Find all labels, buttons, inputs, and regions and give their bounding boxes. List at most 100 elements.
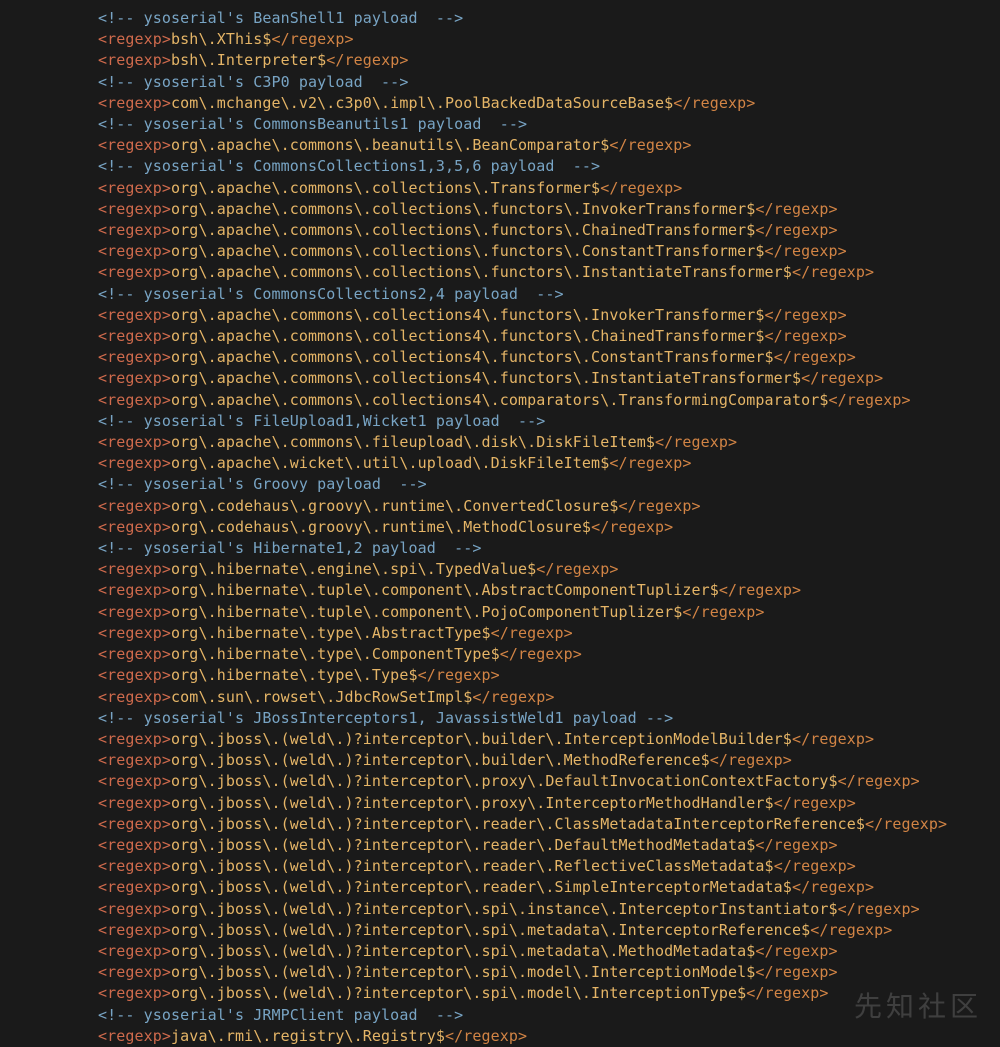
xml-comment: <!-- ysoserial's CommonsBeanutils1 paylo… [98,115,527,133]
code-block: <!-- ysoserial's BeanShell1 payload --> … [0,0,1000,1047]
regexp-open-tag: <regexp> [98,878,171,896]
regexp-pattern: org\.apache\.commons\.collections\.funct… [171,200,755,218]
xml-comment: <!-- ysoserial's C3P0 payload --> [98,73,408,91]
regexp-close-tag: </regexp> [719,581,801,599]
regexp-pattern: org\.jboss\.(weld\.)?interceptor\.spi\.m… [171,921,810,939]
regexp-close-tag: </regexp> [500,645,582,663]
xml-comment: <!-- ysoserial's CommonsCollections1,3,5… [98,157,600,175]
regexp-pattern: org\.apache\.commons\.fileupload\.disk\.… [171,433,655,451]
regexp-pattern: com\.mchange\.v2\.c3p0\.impl\.PoolBacked… [171,94,673,112]
regexp-pattern: org\.hibernate\.type\.ComponentType$ [171,645,500,663]
regexp-open-tag: <regexp> [98,518,171,536]
regexp-open-tag: <regexp> [98,200,171,218]
regexp-pattern: org\.jboss\.(weld\.)?interceptor\.reader… [171,815,865,833]
regexp-open-tag: <regexp> [98,391,171,409]
regexp-close-tag: </regexp> [755,836,837,854]
regexp-pattern: org\.apache\.commons\.collections4\.func… [171,327,765,345]
regexp-open-tag: <regexp> [98,454,171,472]
regexp-close-tag: </regexp> [801,369,883,387]
regexp-close-tag: </regexp> [828,391,910,409]
regexp-open-tag: <regexp> [98,751,171,769]
regexp-open-tag: <regexp> [98,772,171,790]
regexp-close-tag: </regexp> [838,900,920,918]
regexp-pattern: bsh\.XThis$ [171,30,271,48]
regexp-pattern: org\.jboss\.(weld\.)?interceptor\.builde… [171,751,710,769]
regexp-close-tag: </regexp> [445,1027,527,1045]
regexp-close-tag: </regexp> [774,857,856,875]
regexp-pattern: org\.jboss\.(weld\.)?interceptor\.reader… [171,878,792,896]
regexp-close-tag: </regexp> [755,963,837,981]
regexp-open-tag: <regexp> [98,94,171,112]
regexp-open-tag: <regexp> [98,136,171,154]
regexp-close-tag: </regexp> [673,94,755,112]
regexp-pattern: org\.jboss\.(weld\.)?interceptor\.spi\.m… [171,942,755,960]
regexp-close-tag: </regexp> [682,603,764,621]
regexp-close-tag: </regexp> [591,518,673,536]
regexp-close-tag: </regexp> [326,51,408,69]
regexp-pattern: org\.jboss\.(weld\.)?interceptor\.reader… [171,836,755,854]
regexp-open-tag: <regexp> [98,921,171,939]
regexp-open-tag: <regexp> [98,624,171,642]
regexp-close-tag: </regexp> [491,624,573,642]
regexp-close-tag: </regexp> [792,878,874,896]
xml-comment: <!-- ysoserial's JRMPClient payload --> [98,1006,463,1024]
xml-comment: <!-- ysoserial's BeanShell1 payload --> [98,9,463,27]
regexp-open-tag: <regexp> [98,794,171,812]
regexp-pattern: org\.apache\.commons\.beanutils\.BeanCom… [171,136,609,154]
regexp-pattern: org\.apache\.commons\.collections4\.comp… [171,391,828,409]
regexp-open-tag: <regexp> [98,581,171,599]
regexp-pattern: org\.apache\.wicket\.util\.upload\.DiskF… [171,454,609,472]
regexp-close-tag: </regexp> [609,454,691,472]
regexp-pattern: org\.apache\.commons\.collections\.funct… [171,221,755,239]
regexp-close-tag: </regexp> [618,497,700,515]
regexp-pattern: org\.apache\.commons\.collections\.Trans… [171,179,600,197]
regexp-pattern: org\.hibernate\.type\.Type$ [171,666,418,684]
regexp-close-tag: </regexp> [600,179,682,197]
regexp-pattern: org\.codehaus\.groovy\.runtime\.MethodCl… [171,518,591,536]
regexp-close-tag: </regexp> [536,560,618,578]
regexp-close-tag: </regexp> [609,136,691,154]
regexp-close-tag: </regexp> [865,815,947,833]
regexp-open-tag: <regexp> [98,815,171,833]
regexp-close-tag: </regexp> [755,200,837,218]
regexp-close-tag: </regexp> [792,263,874,281]
regexp-pattern: org\.apache\.commons\.collections4\.func… [171,306,765,324]
regexp-close-tag: </regexp> [755,221,837,239]
regexp-pattern: org\.jboss\.(weld\.)?interceptor\.spi\.m… [171,984,746,1002]
regexp-close-tag: </regexp> [418,666,500,684]
regexp-close-tag: </regexp> [272,30,354,48]
regexp-pattern: org\.jboss\.(weld\.)?interceptor\.proxy\… [171,772,838,790]
regexp-open-tag: <regexp> [98,263,171,281]
regexp-close-tag: </regexp> [710,751,792,769]
regexp-pattern: org\.apache\.commons\.collections4\.func… [171,369,801,387]
regexp-pattern: org\.apache\.commons\.collections\.funct… [171,263,792,281]
regexp-open-tag: <regexp> [98,942,171,960]
regexp-open-tag: <regexp> [98,900,171,918]
regexp-open-tag: <regexp> [98,603,171,621]
regexp-open-tag: <regexp> [98,242,171,260]
regexp-pattern: org\.jboss\.(weld\.)?interceptor\.proxy\… [171,794,774,812]
regexp-close-tag: </regexp> [774,348,856,366]
regexp-close-tag: </regexp> [810,921,892,939]
regexp-close-tag: </regexp> [838,772,920,790]
regexp-open-tag: <regexp> [98,666,171,684]
regexp-pattern: org\.hibernate\.tuple\.component\.PojoCo… [171,603,682,621]
regexp-close-tag: </regexp> [765,306,847,324]
regexp-close-tag: </regexp> [765,327,847,345]
regexp-open-tag: <regexp> [98,730,171,748]
regexp-open-tag: <regexp> [98,1027,171,1045]
regexp-pattern: java\.rmi\.registry\.Registry$ [171,1027,445,1045]
xml-comment: <!-- ysoserial's Hibernate1,2 payload --… [98,539,482,557]
xml-comment: <!-- ysoserial's CommonsCollections2,4 p… [98,285,564,303]
regexp-close-tag: </regexp> [755,942,837,960]
regexp-open-tag: <regexp> [98,348,171,366]
regexp-open-tag: <regexp> [98,497,171,515]
regexp-open-tag: <regexp> [98,984,171,1002]
xml-comment: <!-- ysoserial's Groovy payload --> [98,475,427,493]
regexp-pattern: org\.jboss\.(weld\.)?interceptor\.builde… [171,730,792,748]
regexp-pattern: org\.hibernate\.tuple\.component\.Abstra… [171,581,719,599]
regexp-open-tag: <regexp> [98,433,171,451]
regexp-open-tag: <regexp> [98,963,171,981]
regexp-open-tag: <regexp> [98,688,171,706]
regexp-pattern: org\.hibernate\.type\.AbstractType$ [171,624,491,642]
